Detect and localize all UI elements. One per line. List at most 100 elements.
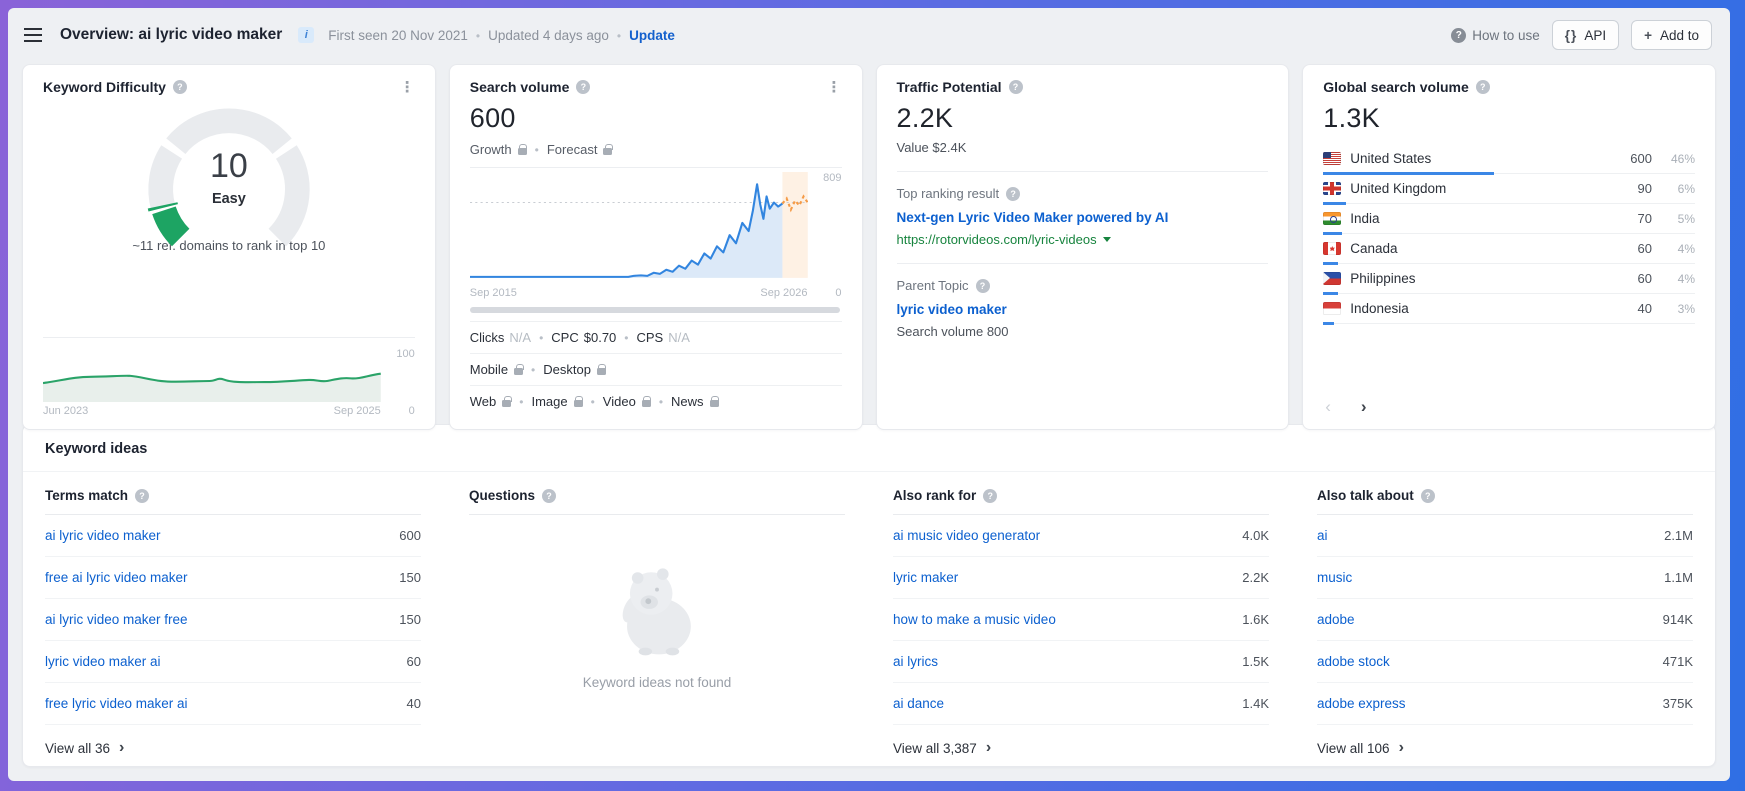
cpc-label: CPC: [551, 330, 578, 345]
help-icon[interactable]: [1421, 489, 1435, 503]
keyword-row: ai lyric video maker free 150: [45, 599, 421, 641]
desktop-toggle[interactable]: Desktop: [543, 362, 606, 377]
keyword-link[interactable]: lyric maker: [893, 570, 958, 585]
top-ranking-result-link[interactable]: Next-gen Lyric Video Maker powered by AI: [897, 210, 1269, 225]
lock-icon: [518, 148, 527, 155]
how-to-use-label: How to use: [1472, 28, 1540, 43]
lock-icon: [603, 148, 612, 155]
keyword-link[interactable]: free ai lyric video maker: [45, 570, 188, 585]
api-button[interactable]: {} API: [1552, 20, 1619, 50]
dot-separator: [468, 28, 488, 43]
info-badge[interactable]: i: [298, 27, 314, 43]
news-toggle[interactable]: News: [671, 394, 719, 409]
help-icon[interactable]: [173, 80, 187, 94]
page-title: Overview: ai lyric video maker: [60, 26, 282, 44]
clicks-value: N/A: [509, 330, 531, 345]
help-icon[interactable]: [1006, 187, 1020, 201]
lock-icon: [502, 400, 511, 407]
keyword-row: ai music video generator 4.0K: [893, 515, 1269, 557]
keyword-volume: 1.5K: [1242, 654, 1269, 669]
clicks-label: Clicks: [470, 330, 505, 345]
keyword-row: ai lyric video maker 600: [45, 515, 421, 557]
help-icon[interactable]: [976, 279, 990, 293]
keyword-link[interactable]: ai music video generator: [893, 528, 1040, 543]
help-icon[interactable]: [576, 80, 590, 94]
keyword-volume: 375K: [1663, 696, 1693, 711]
flag-icon: [1323, 272, 1341, 285]
also-talk-about-rows: ai 2.1M music 1.1M adobe 914K adobe stoc…: [1317, 515, 1693, 725]
help-icon[interactable]: [983, 489, 997, 503]
keyword-link[interactable]: adobe: [1317, 612, 1355, 627]
growth-toggle[interactable]: Growth: [470, 142, 527, 157]
keyword-row: adobe express 375K: [1317, 683, 1693, 725]
country-name: United States: [1350, 151, 1603, 166]
keyword-link[interactable]: ai: [1317, 528, 1328, 543]
keyword-link[interactable]: ai lyrics: [893, 654, 938, 669]
keyword-row: music 1.1M: [1317, 557, 1693, 599]
empty-state-text: Keyword ideas not found: [583, 675, 732, 690]
video-toggle[interactable]: Video: [603, 394, 651, 409]
device-metrics-row: Mobile Desktop: [470, 353, 842, 385]
chevron-right-icon: ›: [119, 740, 124, 756]
help-icon[interactable]: [542, 489, 556, 503]
card-title: Global search volume: [1323, 79, 1469, 95]
keyword-link[interactable]: ai lyric video maker free: [45, 612, 188, 627]
help-icon[interactable]: [1009, 80, 1023, 94]
also-rank-for-rows: ai music video generator 4.0K lyric make…: [893, 515, 1269, 725]
first-seen-text: First seen 20 Nov 2021: [328, 28, 468, 43]
forecast-toggle[interactable]: Forecast: [547, 142, 613, 157]
flag-icon: [1323, 212, 1341, 225]
keyword-link[interactable]: adobe express: [1317, 696, 1406, 711]
help-icon[interactable]: [1476, 80, 1490, 94]
add-to-button[interactable]: + Add to: [1631, 20, 1712, 50]
lock-icon: [597, 368, 606, 375]
kebab-menu-icon[interactable]: [827, 80, 842, 95]
view-all-label: View all 3,387: [893, 741, 977, 756]
keyword-volume: 4.0K: [1242, 528, 1269, 543]
web-toggle[interactable]: Web: [470, 394, 512, 409]
keyword-link[interactable]: lyric video maker ai: [45, 654, 161, 669]
help-icon[interactable]: [135, 489, 149, 503]
cps-value: N/A: [668, 330, 690, 345]
mobile-toggle[interactable]: Mobile: [470, 362, 523, 377]
cps-label: CPS: [637, 330, 664, 345]
keyword-volume: 914K: [1663, 612, 1693, 627]
country-volume: 70: [1612, 211, 1652, 226]
keyword-link[interactable]: music: [1317, 570, 1352, 585]
how-to-use-link[interactable]: How to use: [1451, 28, 1540, 43]
difficulty-label: Easy: [119, 191, 339, 207]
view-all-terms-match[interactable]: View all 36 ›: [45, 740, 421, 756]
keyword-volume: 40: [407, 696, 421, 711]
also-rank-for-column: Also rank for ai music video generator 4…: [893, 476, 1269, 756]
image-label: Image: [531, 394, 567, 409]
menu-icon[interactable]: [24, 28, 42, 42]
chart-scrollbar[interactable]: [470, 307, 840, 313]
sv-y-max-label: 809: [812, 172, 842, 184]
keyword-row: adobe stock 471K: [1317, 641, 1693, 683]
image-toggle[interactable]: Image: [531, 394, 582, 409]
update-link[interactable]: Update: [629, 28, 675, 43]
view-all-also-talk-about[interactable]: View all 106 ›: [1317, 740, 1693, 756]
traffic-value-line: Value $2.4K: [897, 140, 1269, 155]
chevron-right-icon[interactable]: ›: [1361, 397, 1367, 417]
parent-topic-link[interactable]: lyric video maker: [897, 302, 1269, 317]
ahrefs-keyword-overview: Overview: ai lyric video maker i First s…: [8, 8, 1730, 781]
keyword-volume: 2.1M: [1664, 528, 1693, 543]
keyword-volume: 600: [399, 528, 421, 543]
keyword-link[interactable]: adobe stock: [1317, 654, 1390, 669]
view-all-also-rank-for[interactable]: View all 3,387 ›: [893, 740, 1269, 756]
kebab-menu-icon[interactable]: [400, 80, 415, 95]
cpc-value: $0.70: [584, 330, 617, 345]
keyword-link[interactable]: ai dance: [893, 696, 944, 711]
terms-match-rows: ai lyric video maker 600 free ai lyric v…: [45, 515, 421, 725]
top-ranking-url[interactable]: https://rotorvideos.com/lyric-videos: [897, 232, 1269, 247]
keyword-link[interactable]: free lyric video maker ai: [45, 696, 188, 711]
lock-icon: [574, 400, 583, 407]
country-percent: 4%: [1661, 272, 1695, 286]
keyword-link[interactable]: ai lyric video maker: [45, 528, 161, 543]
chevron-right-icon: ›: [986, 740, 991, 756]
traffic-potential-card: Traffic Potential 2.2K Value $2.4K Top r…: [876, 64, 1290, 430]
questions-empty-state: Keyword ideas not found: [469, 515, 845, 756]
country-row: United States 600 46%: [1323, 144, 1695, 174]
keyword-link[interactable]: how to make a music video: [893, 612, 1056, 627]
